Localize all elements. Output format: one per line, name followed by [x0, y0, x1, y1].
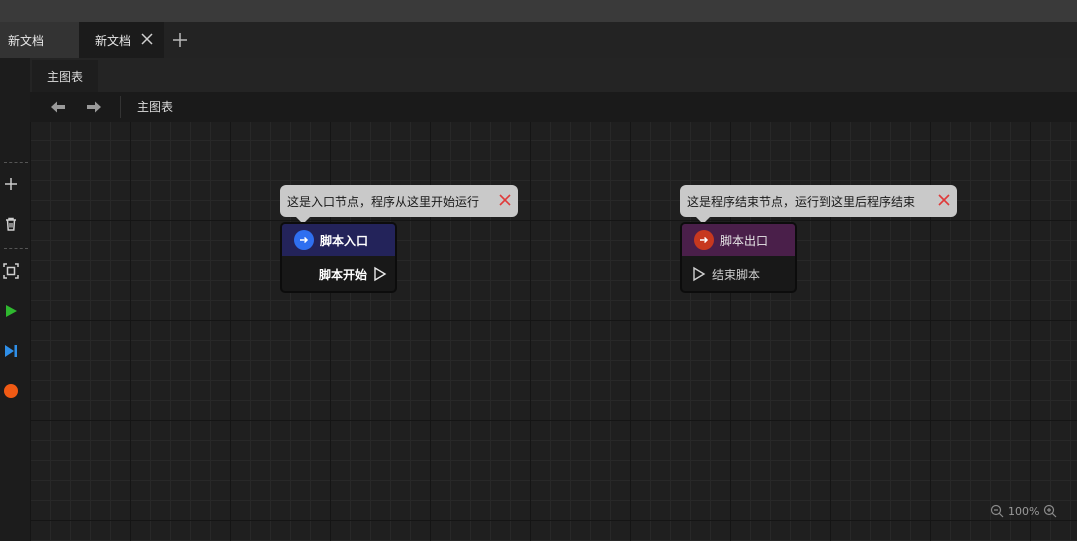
tab-document-1[interactable]: 新文档: [0, 22, 79, 58]
arrow-right-icon[interactable]: [86, 100, 102, 114]
add-tab-icon[interactable]: [172, 32, 188, 48]
arrow-left-icon[interactable]: [50, 100, 66, 114]
script-exit-node[interactable]: 脚本出口 结束脚本: [680, 222, 797, 293]
fit-screen-icon: [3, 263, 19, 279]
entry-node-tooltip: 这是入口节点，程序从这里开始运行: [280, 185, 518, 224]
tooltip-text: 这是入口节点，程序从这里开始运行: [287, 194, 480, 209]
close-icon[interactable]: [140, 32, 154, 46]
zoom-in-icon[interactable]: [1043, 504, 1057, 518]
tab-label: 新文档: [95, 33, 132, 48]
window-titlebar: [0, 0, 1077, 22]
divider: [120, 96, 121, 118]
zoom-control: 100%: [990, 503, 1070, 519]
node-title: 脚本出口: [720, 233, 769, 248]
node-header[interactable]: 脚本入口: [282, 224, 395, 256]
fit-view-button[interactable]: [2, 262, 20, 280]
pin-label: 脚本开始: [318, 267, 367, 282]
exit-arrow-icon: [694, 230, 714, 250]
tab-main-graph[interactable]: 主图表: [32, 60, 98, 92]
zoom-out-icon[interactable]: [990, 504, 1004, 518]
left-toolbar: [0, 58, 30, 541]
stop-button[interactable]: [2, 382, 20, 400]
pin-label: 结束脚本: [712, 267, 761, 282]
delete-button[interactable]: [2, 215, 20, 233]
add-node-button[interactable]: [2, 175, 20, 193]
script-entry-node[interactable]: 脚本入口 脚本开始: [280, 222, 397, 293]
close-icon[interactable]: [499, 194, 511, 206]
document-tabbar: 新文档 新文档: [0, 22, 1077, 58]
exit-node-tooltip: 这是程序结束节点，运行到这里后程序结束: [680, 185, 957, 224]
toolbar-divider: [4, 162, 28, 163]
tooltip-text: 这是程序结束节点，运行到这里后程序结束: [687, 194, 916, 209]
exec-input-pin[interactable]: 结束脚本: [682, 258, 795, 290]
node-header[interactable]: 脚本出口: [682, 224, 795, 256]
graph-tabbar: 主图表: [30, 58, 1077, 92]
step-forward-icon: [5, 345, 17, 357]
node-title: 脚本入口: [320, 233, 369, 248]
entry-arrow-icon: [294, 230, 314, 250]
record-icon: [4, 384, 18, 398]
breadcrumb[interactable]: 主图表: [137, 92, 173, 122]
toolbar-divider: [4, 248, 28, 249]
exec-output-pin[interactable]: 脚本开始: [282, 258, 395, 290]
plus-icon: [5, 178, 17, 190]
tab-label: 新文档: [8, 33, 45, 48]
zoom-level: 100%: [1008, 504, 1040, 518]
navigation-bar: 主图表: [30, 92, 1077, 122]
close-icon[interactable]: [938, 194, 950, 206]
exec-pin-icon[interactable]: [373, 266, 387, 282]
play-icon: [6, 305, 17, 317]
exec-pin-icon[interactable]: [692, 266, 706, 282]
trash-icon: [6, 217, 16, 231]
tab-label: 主图表: [46, 69, 83, 84]
step-button[interactable]: [2, 342, 20, 360]
run-button[interactable]: [2, 302, 20, 320]
